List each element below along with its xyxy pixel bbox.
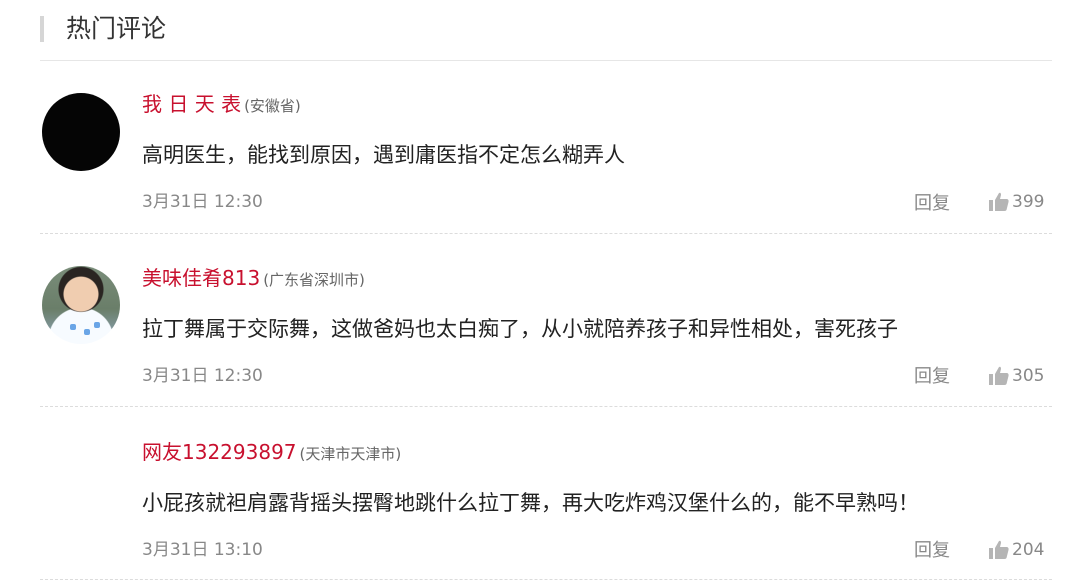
- reply-button[interactable]: 回复: [914, 365, 950, 389]
- comment-text: 小屁孩就袒肩露背摇头摆臀地跳什么拉丁舞，再大吃炸鸡汉堡什么的，能不早熟吗！: [142, 491, 919, 515]
- like-count: 305: [1012, 366, 1045, 386]
- comment-item: 我 日 天 表 (安徽省) 高明医生，能找到原因，遇到庸医指不定怎么糊弄人 3月3…: [40, 61, 1052, 234]
- username[interactable]: 网友132293897: [142, 440, 297, 464]
- thumbs-up-icon: [988, 540, 1010, 560]
- comment-item: 网友132293897 (天津市天津市) 小屁孩就袒肩露背摇头摆臀地跳什么拉丁舞，…: [40, 407, 1052, 580]
- like-count: 204: [1012, 540, 1045, 560]
- reply-button[interactable]: 回复: [914, 192, 950, 216]
- hot-comments-header: 热门评论: [40, 0, 1052, 61]
- comment-time: 3月31日 12:30: [142, 366, 263, 386]
- user-location: (天津市天津市): [299, 445, 402, 463]
- like-button[interactable]: 305: [988, 364, 1044, 388]
- comment-text: 拉丁舞属于交际舞，这做爸妈也太白痴了，从小就陪养孩子和异性相处，害死孩子: [142, 317, 898, 341]
- like-button[interactable]: 399: [988, 190, 1044, 214]
- thumbs-up-icon: [988, 366, 1010, 386]
- section-accent-bar: [40, 16, 44, 42]
- avatar[interactable]: [42, 266, 120, 344]
- comment-item: 美味佳肴813 (广东省深圳市) 拉丁舞属于交际舞，这做爸妈也太白痴了，从小就陪养…: [40, 234, 1052, 407]
- user-location: (广东省深圳市): [263, 271, 365, 289]
- like-button[interactable]: 204: [988, 538, 1044, 562]
- user-line: 我 日 天 表 (安徽省): [142, 90, 301, 120]
- username[interactable]: 我 日 天 表: [142, 92, 241, 116]
- comment-text: 高明医生，能找到原因，遇到庸医指不定怎么糊弄人: [142, 143, 625, 167]
- avatar[interactable]: [42, 93, 120, 171]
- comment-time: 3月31日 13:10: [142, 540, 263, 560]
- thumbs-up-icon: [988, 192, 1010, 212]
- reply-button[interactable]: 回复: [914, 539, 950, 563]
- username[interactable]: 美味佳肴813: [142, 266, 260, 290]
- comment-time: 3月31日 12:30: [142, 192, 263, 212]
- user-location: (安徽省): [244, 97, 301, 115]
- section-title: 热门评论: [66, 14, 167, 43]
- user-line: 美味佳肴813 (广东省深圳市): [142, 264, 365, 294]
- like-count: 399: [1012, 192, 1045, 212]
- user-line: 网友132293897 (天津市天津市): [142, 438, 401, 468]
